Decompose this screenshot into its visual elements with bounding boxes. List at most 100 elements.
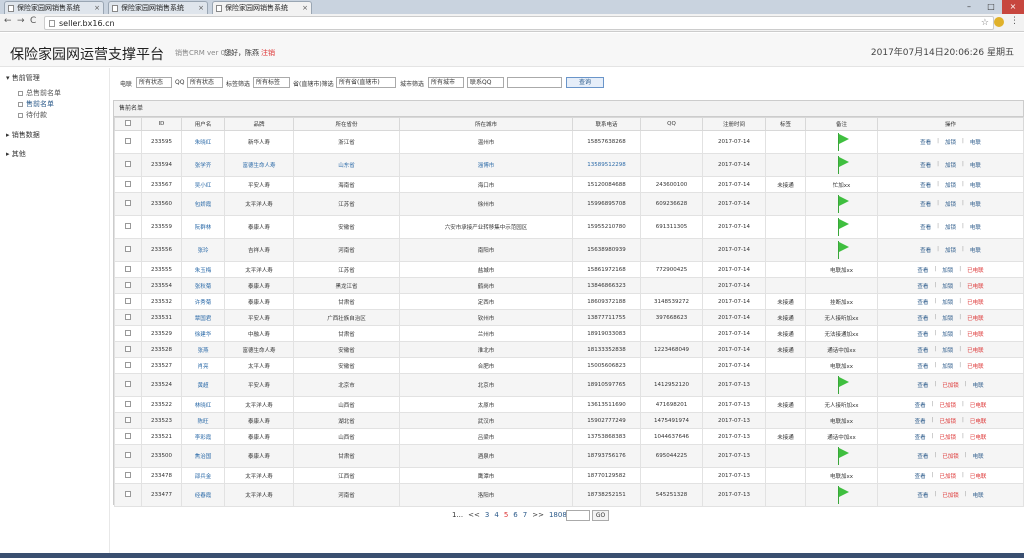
back-icon[interactable]: ← <box>4 16 12 26</box>
page-link[interactable]: 7 <box>523 511 527 519</box>
filter-city-select[interactable]: 所有城市 <box>428 77 464 88</box>
view-link[interactable]: 查看 <box>920 246 931 254</box>
page-link[interactable]: >> <box>532 511 544 519</box>
view-link[interactable]: 查看 <box>917 362 928 370</box>
lock-link[interactable]: 加锁 <box>945 138 956 146</box>
row-checkbox[interactable] <box>125 281 131 288</box>
close-icon[interactable]: × <box>198 2 204 14</box>
row-checkbox[interactable] <box>125 223 131 229</box>
lock-link[interactable]: 加锁 <box>942 362 953 370</box>
select-all-checkbox[interactable] <box>125 120 131 126</box>
page-link[interactable]: 6 <box>513 511 517 519</box>
call-link[interactable]: 已电联 <box>970 472 987 480</box>
lock-link[interactable]: 加锁 <box>942 298 953 306</box>
close-icon[interactable]: × <box>302 2 308 14</box>
filter-contact-select[interactable]: 联系QQ <box>467 77 504 88</box>
view-link[interactable]: 查看 <box>917 346 928 354</box>
page-link[interactable]: << <box>468 511 480 519</box>
page-link[interactable]: 3 <box>485 511 489 519</box>
row-checkbox[interactable] <box>125 361 131 368</box>
call-link[interactable]: 已电联 <box>970 417 987 425</box>
green-flag-icon[interactable] <box>835 133 849 151</box>
call-link[interactable]: 电联 <box>970 200 981 208</box>
minimize-icon[interactable]: – <box>958 0 980 14</box>
bookmark-star-icon[interactable]: ☆ <box>981 17 989 30</box>
filter-province-select[interactable]: 所有省(直辖市) <box>336 77 396 88</box>
view-link[interactable]: 查看 <box>920 200 931 208</box>
filter-qq-select[interactable]: 所有状态 <box>187 77 223 88</box>
view-link[interactable]: 查看 <box>917 266 928 274</box>
page-link[interactable]: 5 <box>504 511 508 519</box>
row-checkbox[interactable] <box>125 381 131 387</box>
row-checkbox[interactable] <box>125 138 131 144</box>
sidebar-item-all-presales[interactable]: 总售前名单 <box>18 88 61 98</box>
call-link[interactable]: 电联 <box>970 223 981 231</box>
view-link[interactable]: 查看 <box>915 401 926 409</box>
extension-icon[interactable] <box>994 17 1004 27</box>
lock-link[interactable]: 加锁 <box>942 314 953 322</box>
row-checkbox[interactable] <box>125 452 131 458</box>
row-checkbox[interactable] <box>125 400 131 407</box>
maximize-icon[interactable]: □ <box>980 0 1002 14</box>
call-link[interactable]: 已电联 <box>967 314 984 322</box>
call-link[interactable]: 电联 <box>970 138 981 146</box>
row-checkbox[interactable] <box>125 329 131 336</box>
lock-link[interactable]: 已加锁 <box>942 452 959 460</box>
browser-tab[interactable]: 保险家园网销售系统 × <box>108 1 208 14</box>
page-link[interactable]: 1... <box>452 511 463 519</box>
call-link[interactable]: 已电联 <box>967 282 984 290</box>
page-jump-input[interactable] <box>566 510 590 521</box>
sidebar-group-other[interactable]: ▸ 其他 <box>6 149 26 159</box>
call-link[interactable]: 电联 <box>973 381 984 389</box>
green-flag-icon[interactable] <box>835 241 849 259</box>
call-link[interactable]: 已电联 <box>967 266 984 274</box>
view-link[interactable]: 查看 <box>915 433 926 441</box>
row-checkbox[interactable] <box>125 180 131 187</box>
view-link[interactable]: 查看 <box>917 314 928 322</box>
sidebar-item-presales[interactable]: 售前名单 <box>18 99 54 109</box>
browser-tab-active[interactable]: 保险家园网销售系统 × <box>212 1 312 14</box>
lock-link[interactable]: 已加锁 <box>939 472 956 480</box>
call-link[interactable]: 已电联 <box>967 298 984 306</box>
close-window-icon[interactable]: × <box>1002 0 1024 14</box>
call-link[interactable]: 已电联 <box>967 362 984 370</box>
lock-link[interactable]: 已加锁 <box>942 491 959 499</box>
lock-link[interactable]: 加锁 <box>945 223 956 231</box>
sidebar-group-sales-data[interactable]: ▸ 销售数据 <box>6 130 40 140</box>
green-flag-icon[interactable] <box>835 486 849 504</box>
browser-tab[interactable]: 保险家园网销售系统 × <box>4 1 104 14</box>
view-link[interactable]: 查看 <box>917 330 928 338</box>
view-link[interactable]: 查看 <box>915 417 926 425</box>
lock-link[interactable]: 加锁 <box>942 282 953 290</box>
view-link[interactable]: 查看 <box>920 181 931 189</box>
lock-link[interactable]: 加锁 <box>942 330 953 338</box>
lock-link[interactable]: 加锁 <box>945 200 956 208</box>
view-link[interactable]: 查看 <box>917 381 928 389</box>
reload-icon[interactable]: C <box>30 16 36 26</box>
page-link[interactable]: 4 <box>494 511 498 519</box>
row-checkbox[interactable] <box>125 491 131 497</box>
call-link[interactable]: 电联 <box>973 452 984 460</box>
row-checkbox[interactable] <box>125 432 131 439</box>
filter-tag-select[interactable]: 所有标签 <box>253 77 290 88</box>
view-link[interactable]: 查看 <box>917 282 928 290</box>
row-checkbox[interactable] <box>125 416 131 423</box>
view-link[interactable]: 查看 <box>915 472 926 480</box>
view-link[interactable]: 查看 <box>917 452 928 460</box>
view-link[interactable]: 查看 <box>920 138 931 146</box>
lock-link[interactable]: 加锁 <box>945 246 956 254</box>
row-checkbox[interactable] <box>125 297 131 304</box>
menu-dots-icon[interactable]: ⋮ <box>1010 16 1019 26</box>
search-input[interactable] <box>507 77 562 88</box>
call-link[interactable]: 已电联 <box>967 330 984 338</box>
lock-link[interactable]: 已加锁 <box>942 381 959 389</box>
lock-link[interactable]: 加锁 <box>945 161 956 169</box>
green-flag-icon[interactable] <box>835 156 849 174</box>
search-button[interactable]: 查询 <box>566 77 604 88</box>
sidebar-group-presales[interactable]: ▾ 售前管理 <box>6 73 40 83</box>
call-link[interactable]: 电联 <box>970 181 981 189</box>
call-link[interactable]: 电联 <box>973 491 984 499</box>
call-link[interactable]: 电联 <box>970 246 981 254</box>
row-checkbox[interactable] <box>125 246 131 252</box>
lock-link[interactable]: 已加锁 <box>939 417 956 425</box>
